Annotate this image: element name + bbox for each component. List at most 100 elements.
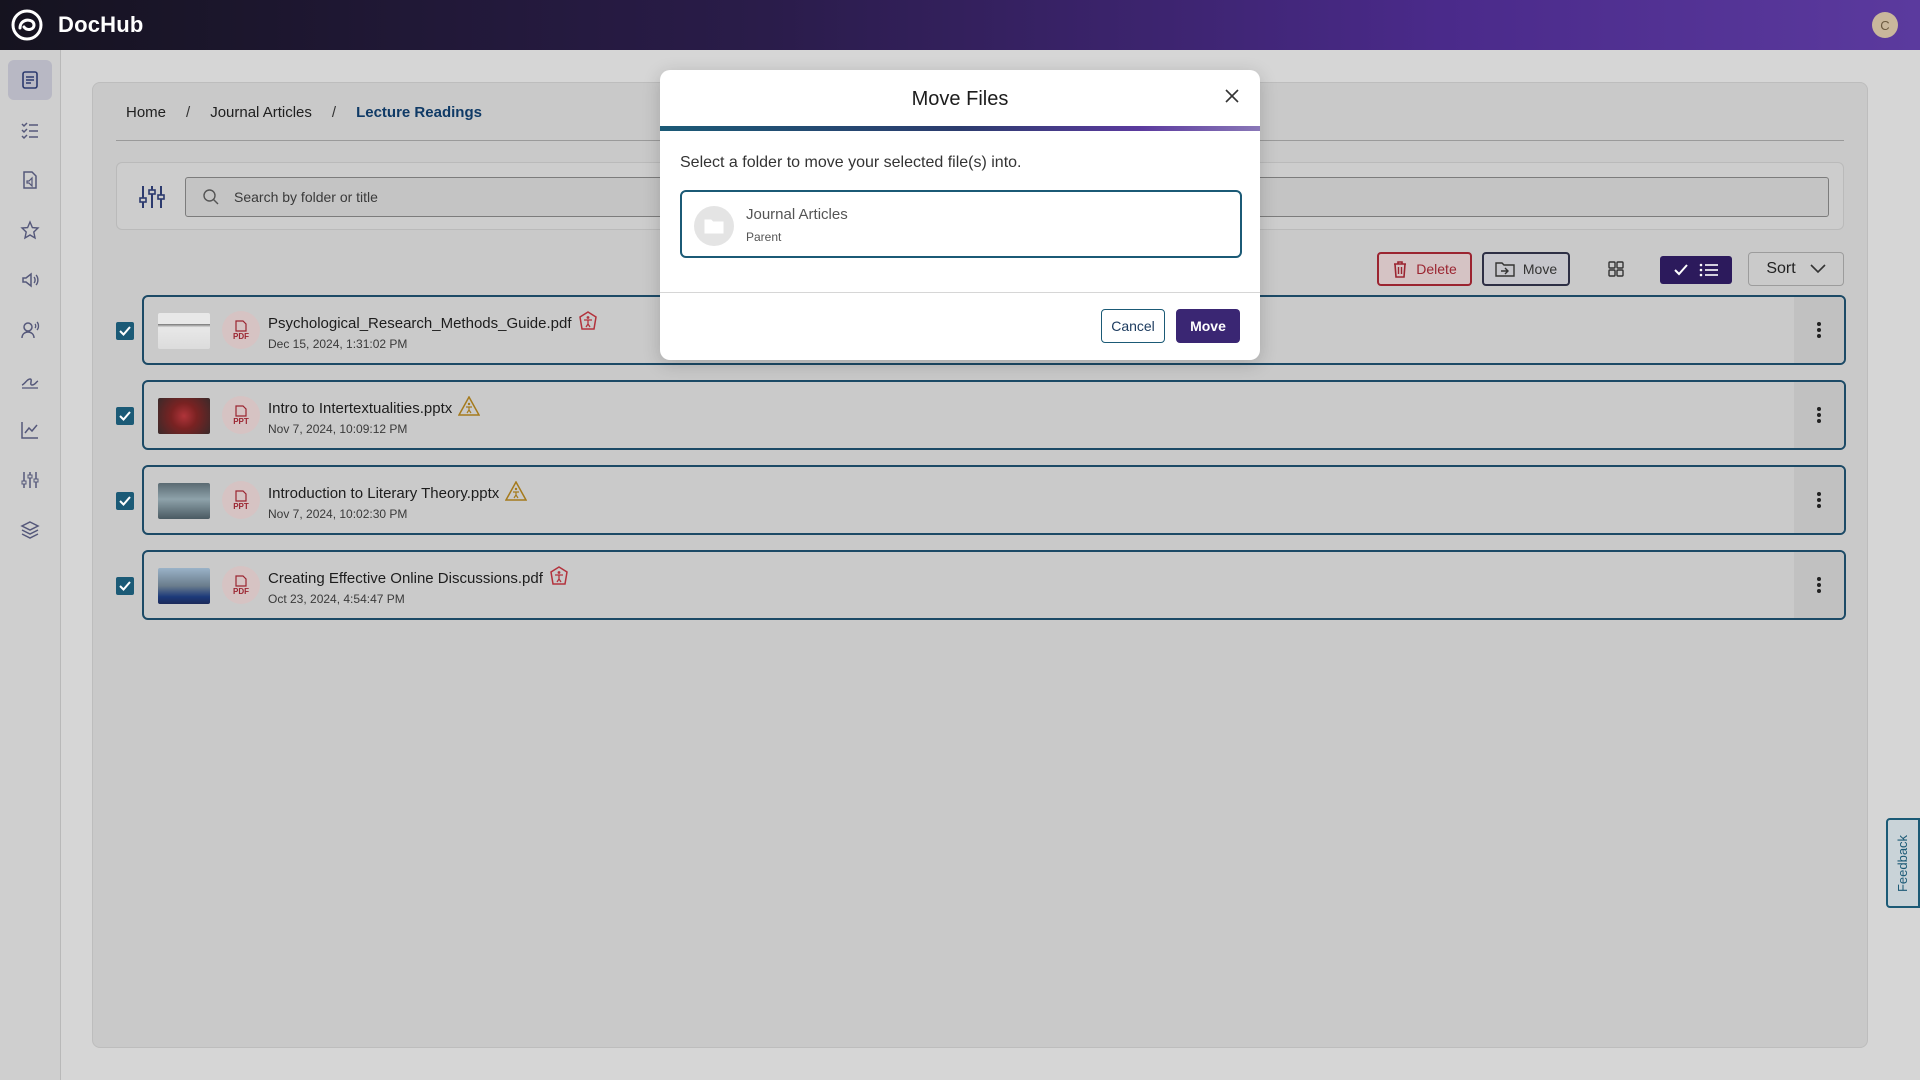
- sidebar-item-audio[interactable]: [8, 260, 52, 300]
- file-row[interactable]: PPT Introduction to Literary Theory.pptx N…: [142, 465, 1846, 535]
- file-row[interactable]: PDF Creating Effective Online Discussions…: [142, 550, 1846, 620]
- checkmark-icon: [1674, 264, 1688, 276]
- checklist-icon: [21, 122, 38, 140]
- sort-dropdown[interactable]: Sort: [1748, 252, 1844, 286]
- search-icon: [203, 189, 219, 205]
- warning-icon[interactable]: [457, 395, 481, 420]
- file-type-label: PDF: [233, 331, 249, 341]
- accessibility-error-icon[interactable]: [549, 566, 569, 590]
- app-name: DocHub: [58, 12, 144, 37]
- accessibility-icon: [20, 220, 40, 240]
- sidebar-item-settings[interactable]: [8, 460, 52, 500]
- sidebar-item-sign[interactable]: [8, 360, 52, 400]
- breadcrumb: Home / Journal Articles / Lecture Readin…: [126, 104, 482, 121]
- sidebar-item-checklist[interactable]: [8, 110, 52, 150]
- breadcrumb-parent[interactable]: Journal Articles: [210, 104, 312, 121]
- file-name[interactable]: Creating Effective Online Discussions.pd…: [268, 566, 569, 590]
- chart-icon: [21, 422, 38, 439]
- trash-icon: [1394, 261, 1407, 278]
- document-icon: [22, 71, 38, 89]
- more-options-button[interactable]: [1794, 552, 1844, 618]
- more-options-button[interactable]: [1794, 382, 1844, 448]
- sidebar-item-accessibility[interactable]: [8, 210, 52, 250]
- kebab-menu-icon: [1817, 492, 1821, 508]
- folder-avatar: [694, 206, 734, 246]
- dochub-logo-icon: [11, 9, 43, 41]
- sidebar-item-analytics[interactable]: [8, 410, 52, 450]
- chevron-down-icon: [1810, 264, 1826, 274]
- file-thumbnail: [158, 398, 210, 434]
- file-name-text: Introduction to Literary Theory.pptx: [268, 484, 500, 502]
- sidebar-item-documents[interactable]: [8, 60, 52, 100]
- delete-button[interactable]: Delete: [1377, 252, 1472, 286]
- sidebar-item-audio-files[interactable]: [8, 160, 52, 200]
- kebab-menu-icon: [1817, 322, 1821, 338]
- dialog-title: Move Files: [911, 88, 1009, 110]
- file-name[interactable]: Psychological_Research_Methods_Guide.pdf: [268, 311, 598, 335]
- more-options-button[interactable]: [1794, 467, 1844, 533]
- folder-move-icon: [1495, 262, 1515, 277]
- file-date: Nov 7, 2024, 10:09:12 PM: [268, 422, 408, 436]
- breadcrumb-current: Lecture Readings: [356, 104, 482, 121]
- sliders-icon: [21, 472, 39, 488]
- dialog-accent-bar: [660, 126, 1260, 131]
- avatar[interactable]: C: [1872, 12, 1898, 38]
- breadcrumb-separator: /: [331, 104, 337, 121]
- close-icon[interactable]: [1222, 86, 1242, 106]
- more-options-button[interactable]: [1794, 297, 1844, 363]
- file-row[interactable]: PPT Intro to Intertextualities.pptx Nov 7,…: [142, 380, 1846, 450]
- file-date: Nov 7, 2024, 10:02:30 PM: [268, 507, 408, 521]
- folder-option-journal-articles[interactable]: Journal Articles Parent: [680, 190, 1242, 258]
- file-type-icon: PPT: [222, 481, 260, 519]
- sort-label: Sort: [1766, 260, 1796, 277]
- speaker-icon: [22, 272, 39, 288]
- row-checkbox[interactable]: [116, 407, 134, 425]
- file-name[interactable]: Intro to Intertextualities.pptx: [268, 395, 481, 420]
- file-thumbnail: [158, 568, 210, 604]
- grid-view-button[interactable]: [1588, 252, 1644, 286]
- kebab-menu-icon: [1817, 407, 1821, 423]
- file-type-icon: PPT: [222, 396, 260, 434]
- row-checkbox[interactable]: [116, 492, 134, 510]
- move-button[interactable]: Move: [1482, 252, 1570, 286]
- file-date: Oct 23, 2024, 4:54:47 PM: [268, 592, 405, 606]
- sidebar: [0, 50, 61, 1080]
- file-type-label: PPT: [233, 416, 249, 426]
- voice-user-icon: [21, 321, 40, 339]
- row-checkbox[interactable]: [116, 322, 134, 340]
- move-label: Move: [1522, 261, 1558, 277]
- top-bar: DocHub C: [0, 0, 1920, 50]
- checkmark-icon: [119, 326, 131, 336]
- sign-icon: [21, 378, 39, 389]
- file-thumbnail: [158, 313, 210, 349]
- audio-file-icon: [23, 171, 37, 189]
- file-name[interactable]: Introduction to Literary Theory.pptx: [268, 480, 528, 505]
- sidebar-item-voice[interactable]: [8, 310, 52, 350]
- accessibility-error-icon[interactable]: [578, 311, 598, 335]
- cancel-button[interactable]: Cancel: [1101, 309, 1165, 343]
- checkmark-icon: [119, 496, 131, 506]
- folder-icon: [704, 219, 724, 234]
- folder-name: Journal Articles: [746, 206, 848, 223]
- breadcrumb-home[interactable]: Home: [126, 104, 166, 121]
- file-type-label: PPT: [233, 501, 249, 511]
- dialog-divider: [660, 292, 1260, 293]
- file-name-text: Creating Effective Online Discussions.pd…: [268, 569, 543, 587]
- file-type-icon: PDF: [222, 566, 260, 604]
- filter-sliders-icon[interactable]: [137, 183, 167, 211]
- checkmark-icon: [119, 581, 131, 591]
- layers-icon: [20, 521, 40, 539]
- kebab-menu-icon: [1817, 577, 1821, 593]
- app-logo[interactable]: DocHub: [10, 8, 144, 42]
- sidebar-item-layers[interactable]: [8, 510, 52, 550]
- list-view-button[interactable]: [1660, 256, 1732, 284]
- dialog-description: Select a folder to move your selected fi…: [680, 154, 1022, 171]
- grid-icon: [1608, 261, 1624, 277]
- move-files-dialog: Move Files Select a folder to move your …: [660, 70, 1260, 360]
- file-thumbnail: [158, 483, 210, 519]
- confirm-move-button[interactable]: Move: [1176, 309, 1240, 343]
- feedback-tab[interactable]: Feedback: [1886, 818, 1920, 908]
- file-type-label: PDF: [233, 586, 249, 596]
- warning-icon[interactable]: [504, 480, 528, 505]
- row-checkbox[interactable]: [116, 577, 134, 595]
